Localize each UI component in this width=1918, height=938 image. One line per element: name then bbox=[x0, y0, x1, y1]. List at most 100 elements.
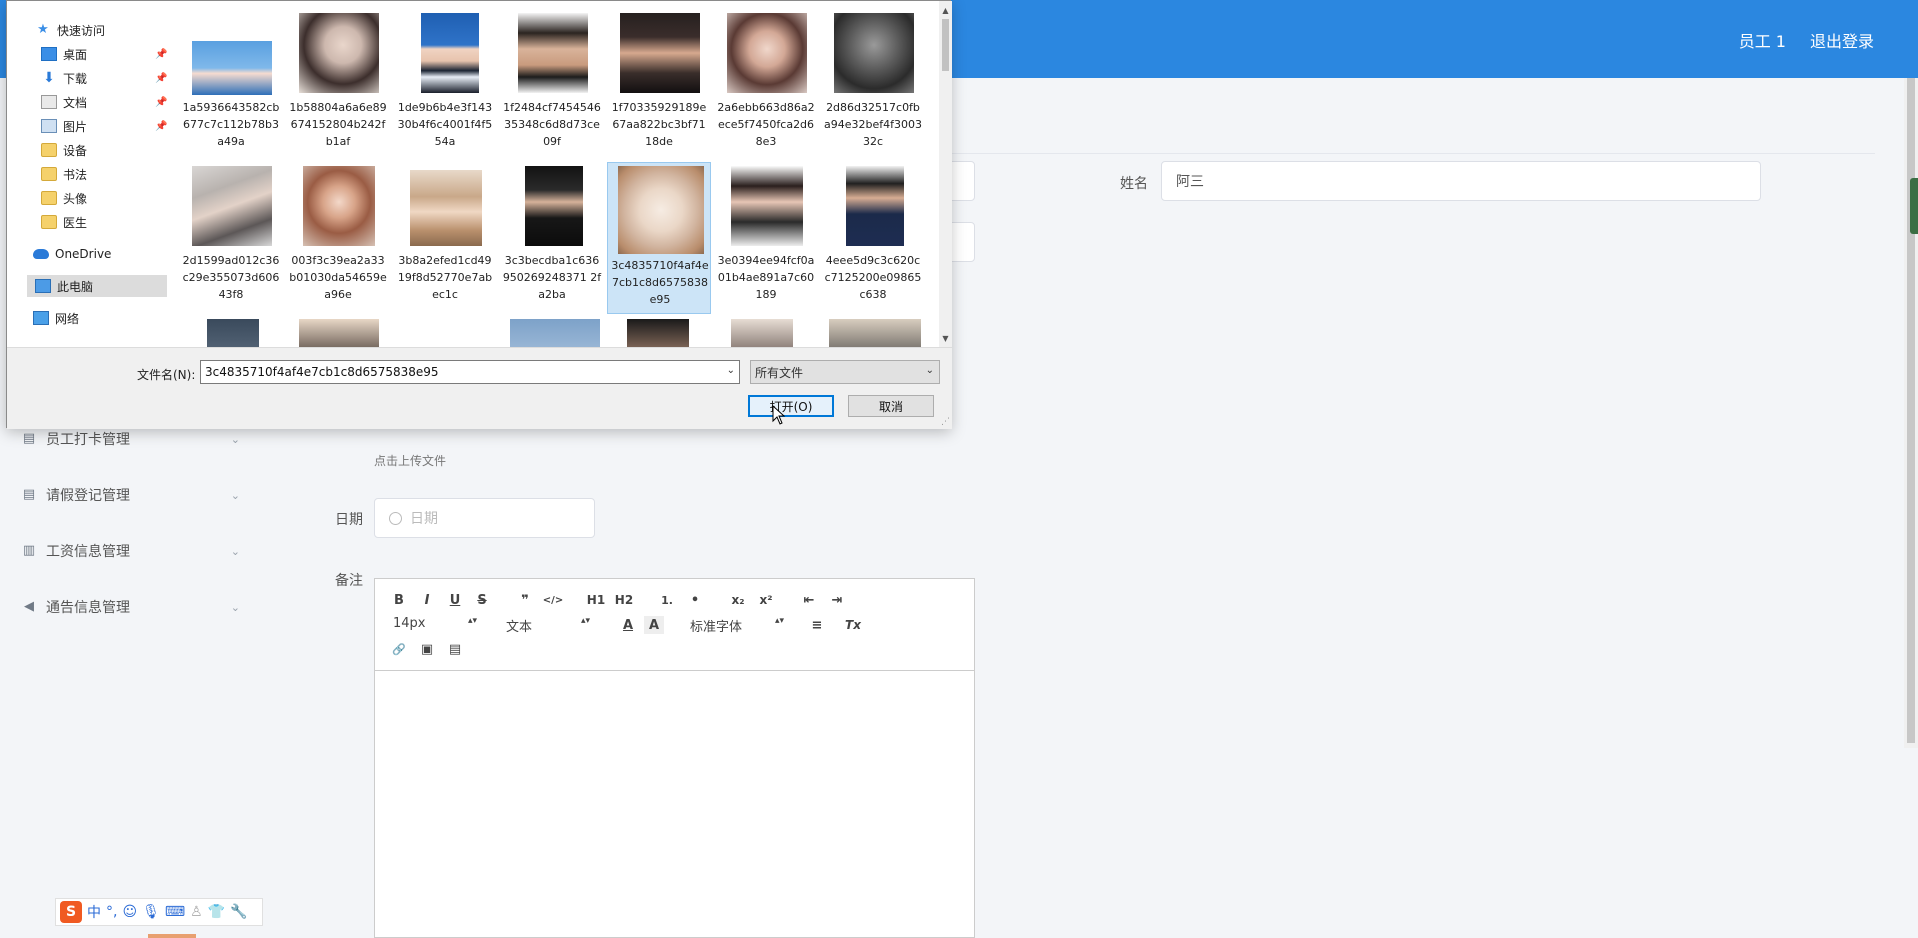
subscript-button[interactable]: x₂ bbox=[728, 591, 748, 609]
sidebar-item-attendance[interactable]: ▤ 员工打卡管理 ⌄ bbox=[22, 427, 240, 451]
file-item-selected[interactable]: 3c4835710f4af4e7cb1c8d6575838e95 bbox=[607, 162, 711, 314]
download-icon: ⬇ bbox=[43, 70, 55, 86]
h2-button[interactable]: H2 bbox=[614, 591, 634, 609]
image-thumbnail bbox=[192, 41, 272, 95]
filename-input[interactable]: 3c4835710f4af4e7cb1c8d6575838e95 ⌄ bbox=[200, 360, 740, 384]
scroll-up-icon[interactable]: ▲ bbox=[939, 3, 952, 17]
nav-folder-calligraphy[interactable]: 书法 bbox=[41, 163, 167, 185]
scroll-down-icon[interactable]: ▼ bbox=[939, 331, 952, 345]
resize-grip-icon[interactable]: ⋰ bbox=[941, 417, 950, 427]
nav-network[interactable]: 网络 bbox=[33, 307, 167, 329]
indent-button[interactable]: ⇥ bbox=[827, 591, 847, 609]
blockquote-button[interactable]: ❞ bbox=[515, 591, 535, 609]
ime-punct[interactable]: °, bbox=[106, 904, 117, 920]
nav-this-pc[interactable]: 此电脑 bbox=[27, 275, 167, 297]
image-button[interactable]: ▣ bbox=[417, 640, 437, 658]
header-select[interactable]: 文本 ▴▾ bbox=[506, 616, 590, 635]
font-color-button[interactable]: A bbox=[618, 616, 638, 634]
updown-icon: ▴▾ bbox=[580, 616, 590, 626]
nav-desktop[interactable]: 桌面 📌 bbox=[41, 43, 167, 65]
nav-downloads[interactable]: ⬇ 下载 📌 bbox=[41, 67, 167, 89]
file-type-select[interactable]: 所有文件 ⌄ bbox=[750, 360, 940, 384]
sidebar-item-salary[interactable]: ▥ 工资信息管理 ⌄ bbox=[22, 539, 240, 563]
name-field[interactable]: 阿三 bbox=[1161, 161, 1761, 201]
strike-button[interactable]: S bbox=[472, 591, 492, 609]
align-button[interactable]: ≡ bbox=[807, 616, 827, 634]
updown-icon: ▴▾ bbox=[774, 616, 784, 626]
date-picker[interactable]: 日期 bbox=[374, 498, 595, 538]
bullet-list-button[interactable]: • bbox=[685, 591, 705, 609]
filename-label: 文件名(N): bbox=[137, 368, 196, 382]
nav-label: 书法 bbox=[63, 167, 88, 182]
file-item[interactable]: 4eee5d9c3c620cc7125200e09865c638 bbox=[821, 156, 925, 308]
emoji-icon[interactable]: ☺ bbox=[122, 904, 137, 920]
side-tab[interactable] bbox=[1910, 178, 1918, 234]
font-family-select[interactable]: 标准字体 ▴▾ bbox=[690, 616, 784, 635]
link-button[interactable]: 🔗 bbox=[389, 640, 409, 658]
open-button[interactable]: 打开(O) bbox=[748, 395, 834, 417]
nav-folder-avatars[interactable]: 头像 bbox=[41, 187, 167, 209]
keyboard-icon[interactable]: ⌨ bbox=[165, 904, 185, 920]
scrollbar-thumb[interactable] bbox=[942, 19, 949, 71]
document-icon bbox=[41, 95, 57, 109]
microphone-icon[interactable]: 🎙 bbox=[142, 904, 160, 920]
chevron-down-icon: ⌄ bbox=[230, 544, 240, 558]
file-item[interactable]: 3e0394ee94fcf0a01b4ae891a7c60189 bbox=[714, 156, 818, 308]
nav-pictures[interactable]: 图片 📌 bbox=[41, 115, 167, 137]
file-item[interactable]: 1b58804a6a6e89674152804b242fb1af bbox=[286, 3, 390, 155]
file-item[interactable]: 2d1599ad012c36c29e355073d60643f8 bbox=[179, 156, 283, 308]
file-item[interactable]: 2a6ebb663d86a2ece5f7450fca2d68e3 bbox=[714, 3, 818, 155]
sogou-logo-icon[interactable]: S bbox=[60, 901, 82, 923]
sidebar-item-notice[interactable]: ◀ 通告信息管理 ⌄ bbox=[22, 595, 240, 619]
clock-icon bbox=[389, 511, 402, 525]
file-item[interactable]: 003f3c39ea2a33b01030da54659ea96e bbox=[286, 156, 390, 308]
file-grid-scrollbar[interactable]: ▲ ▼ bbox=[939, 1, 952, 347]
bar-chart-icon: ▥ bbox=[22, 543, 36, 558]
current-user: 员工 1 bbox=[1738, 32, 1786, 51]
file-item[interactable] bbox=[500, 309, 604, 347]
skin-icon[interactable]: 👕 bbox=[208, 904, 225, 920]
wrench-icon[interactable]: 🔧 bbox=[230, 904, 247, 920]
clear-format-button[interactable]: Tx bbox=[843, 616, 863, 634]
file-item[interactable]: 2d86d32517c0fba94e32bef4f300332c bbox=[821, 3, 925, 155]
bold-button[interactable]: B bbox=[389, 591, 409, 609]
file-name: 3c3becdba1c636950269248371 2fa2ba bbox=[502, 254, 602, 301]
file-item[interactable]: 1f70335929189e67aa822bc3bf7118de bbox=[607, 3, 711, 155]
font-size-select[interactable]: 14px ▴▾ bbox=[393, 616, 477, 631]
file-item[interactable]: 3b8a2efed1cd4919f8d52770e7abec1c bbox=[393, 156, 497, 308]
nav-onedrive[interactable]: OneDrive bbox=[33, 243, 167, 265]
logout-link[interactable]: 退出登录 bbox=[1810, 28, 1874, 52]
outdent-button[interactable]: ⇤ bbox=[799, 591, 819, 609]
file-item[interactable]: 1f2484cf745454635348c6d8d73ce09f bbox=[500, 3, 604, 155]
editor-content[interactable] bbox=[375, 671, 974, 937]
cancel-button[interactable]: 取消 bbox=[848, 395, 934, 417]
italic-button[interactable]: I bbox=[417, 591, 437, 609]
nav-folder-doctors[interactable]: 医生 bbox=[41, 211, 167, 233]
file-item[interactable] bbox=[714, 309, 818, 347]
user-icon[interactable]: ♙ bbox=[190, 904, 203, 920]
file-item[interactable] bbox=[179, 309, 283, 347]
file-item[interactable]: 1a5936643582cb677c7c112b78b3a49a bbox=[179, 3, 283, 155]
file-item[interactable] bbox=[821, 309, 925, 347]
dialog-footer: 文件名(N): 3c4835710f4af4e7cb1c8d6575838e95… bbox=[7, 347, 952, 429]
file-item[interactable]: 3c3becdba1c636950269248371 2fa2ba bbox=[500, 156, 604, 308]
nav-documents[interactable]: 文档 📌 bbox=[41, 91, 167, 113]
background-color-button[interactable]: A bbox=[644, 616, 664, 634]
underline-button[interactable]: U bbox=[445, 591, 465, 609]
image-thumbnail bbox=[518, 13, 588, 93]
chevron-down-icon[interactable]: ⌄ bbox=[727, 365, 735, 376]
sidebar-item-label: 请假登记管理 bbox=[46, 488, 130, 504]
h1-button[interactable]: H1 bbox=[586, 591, 606, 609]
code-block-button[interactable]: </> bbox=[543, 591, 563, 609]
video-button[interactable]: ▤ bbox=[445, 640, 465, 658]
file-item[interactable] bbox=[286, 309, 390, 347]
sidebar-item-leave[interactable]: ▤ 请假登记管理 ⌄ bbox=[22, 483, 240, 507]
ordered-list-button[interactable]: 1. bbox=[657, 591, 677, 609]
file-item[interactable] bbox=[607, 309, 711, 347]
file-item[interactable]: 1de9b6b4e3f14330b4f6c4001f4f554a bbox=[393, 3, 497, 155]
nav-folder-devices[interactable]: 设备 bbox=[41, 139, 167, 161]
file-name: 1f70335929189e67aa822bc3bf7118de bbox=[611, 101, 707, 148]
ime-mode[interactable]: 中 bbox=[87, 902, 101, 922]
nav-quick-access[interactable]: ★ 快速访问 bbox=[35, 19, 167, 41]
superscript-button[interactable]: x² bbox=[756, 591, 776, 609]
